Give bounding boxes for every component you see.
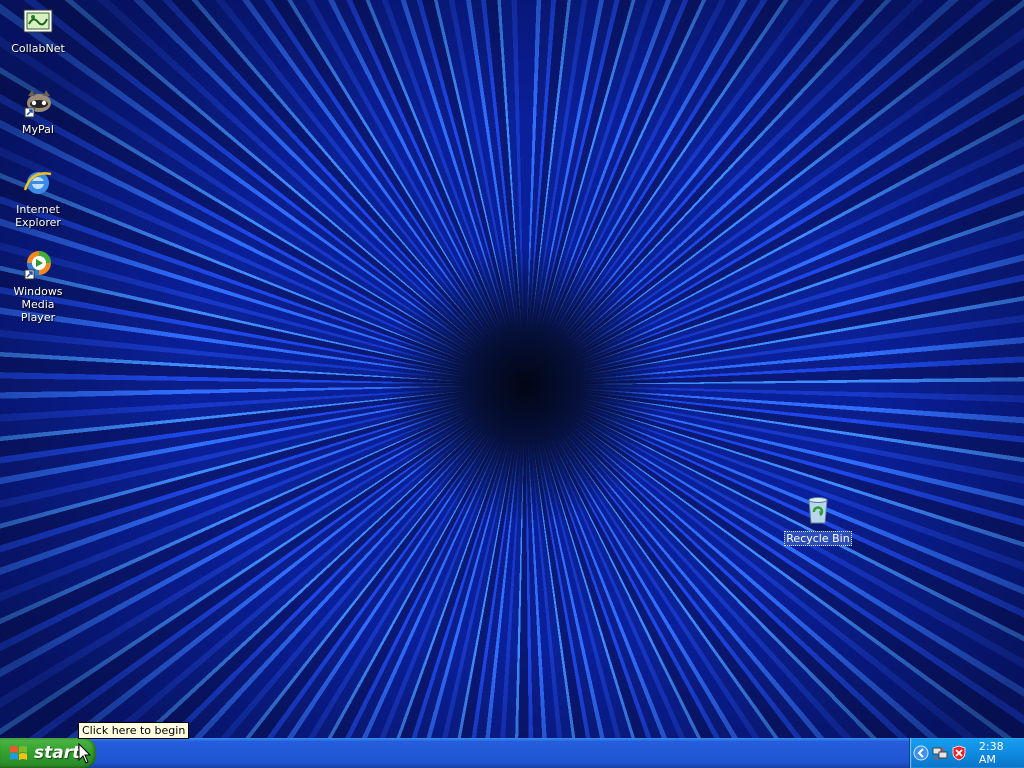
mypal-icon [24,90,51,118]
network-icon[interactable] [932,745,948,761]
desktop-icon-collabnet[interactable]: CollabNet [0,5,76,55]
security-alert-icon[interactable] [951,745,967,761]
desktop-icon-label: CollabNet [11,42,65,55]
taskbar[interactable]: start 2:38 AM [0,738,1024,768]
recycle-bin-icon [808,497,828,524]
internet-explorer-icon [23,172,52,194]
mouse-cursor-icon [78,743,92,764]
clock[interactable]: 2:38 AM [979,740,1024,766]
system-tray[interactable]: 2:38 AM [909,738,1024,768]
desktop[interactable]: CollabNet MyPal Internet Explorer Window… [0,0,1024,738]
collabnet-icon [23,9,53,33]
show-hidden-icons-icon[interactable] [913,745,929,761]
desktop-icon-internet-explorer[interactable]: Internet Explorer [0,166,76,229]
desktop-icon-windows-media-player[interactable]: Windows Media Player [0,248,76,324]
desktop-icon-label: Recycle Bin [784,531,852,546]
desktop-icon-label: MyPal [22,123,54,136]
desktop-icon-label: Windows Media Player [13,285,63,324]
windows-media-player-icon [24,251,51,280]
desktop-icon-recycle-bin[interactable]: Recycle Bin [780,493,856,546]
start-tooltip: Click here to begin [78,722,190,739]
windows-logo-icon [10,746,27,760]
start-label: start [34,743,81,763]
desktop-icon-label: Internet Explorer [15,203,61,229]
desktop-icon-mypal[interactable]: MyPal [0,86,76,136]
